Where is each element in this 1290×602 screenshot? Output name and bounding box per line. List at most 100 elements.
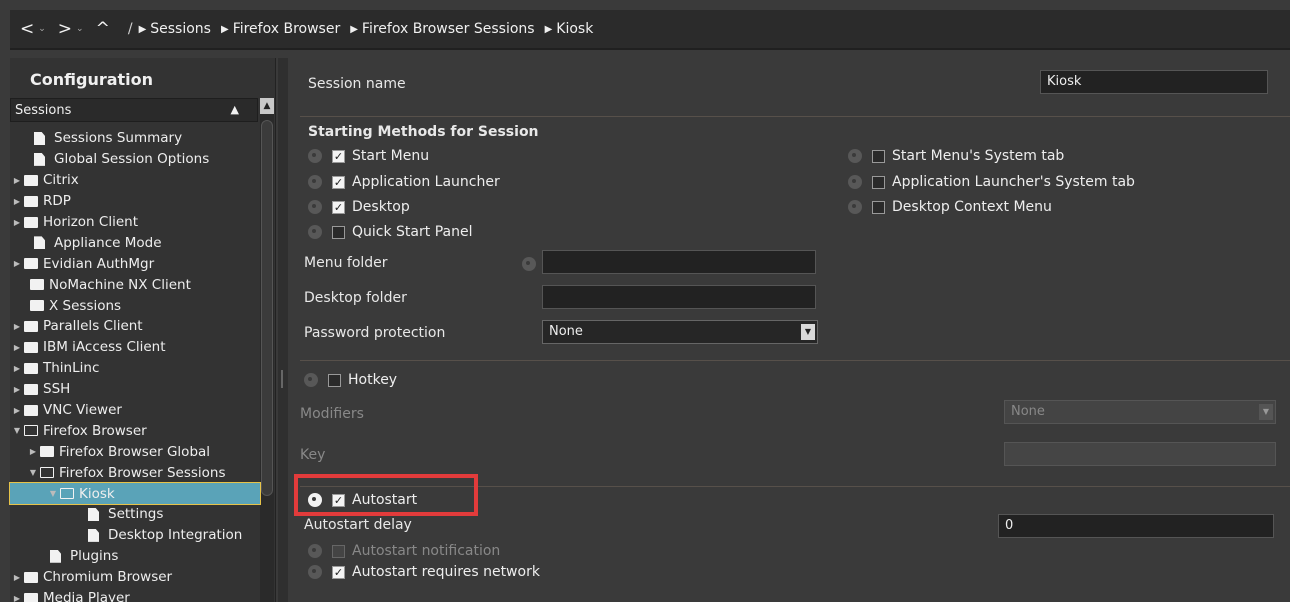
reset-icon[interactable] xyxy=(308,175,322,189)
autostart-delay-label: Autostart delay xyxy=(304,517,412,533)
collapse-arrow-icon[interactable]: ▼ xyxy=(26,468,40,477)
start-menu-system-tab-checkbox[interactable] xyxy=(872,149,885,163)
tree-item-firefox-browser-sessions[interactable]: ▼ Firefox Browser Sessions xyxy=(10,462,260,483)
expand-arrow-icon[interactable]: ▶ xyxy=(10,573,24,582)
autostart-requires-network-checkbox[interactable]: ✓ xyxy=(332,565,345,579)
tree-item-nomachine-nx-client[interactable]: NoMachine NX Client xyxy=(10,274,260,295)
desktop-folder-input[interactable] xyxy=(542,285,816,309)
forward-button[interactable]: > ⌄ xyxy=(58,19,84,39)
password-protection-select[interactable]: None ▼ xyxy=(542,320,818,344)
expand-arrow-icon[interactable]: ▶ xyxy=(10,364,24,373)
session-name-input[interactable]: Kiosk xyxy=(1040,70,1268,94)
tree-item-appliance-mode[interactable]: Appliance Mode xyxy=(10,232,260,253)
reset-icon[interactable] xyxy=(308,565,322,579)
collapse-up-icon[interactable]: ▲ xyxy=(231,103,239,116)
autostart-requires-network-option[interactable]: ✓ Autostart requires network xyxy=(308,564,540,580)
splitter-grip[interactable] xyxy=(281,370,283,388)
tree-item-thinlinc[interactable]: ▶ ThinLinc xyxy=(10,358,260,379)
tree-item-chromium-browser[interactable]: ▶ Chromium Browser xyxy=(10,567,260,588)
tree-item-global-session-options[interactable]: Global Session Options xyxy=(10,149,260,170)
collapse-arrow-icon[interactable]: ▼ xyxy=(10,426,24,435)
reset-icon[interactable] xyxy=(308,200,322,214)
modifiers-label: Modifiers xyxy=(300,406,364,422)
collapse-arrow-icon[interactable]: ▼ xyxy=(46,489,60,498)
reset-icon[interactable] xyxy=(848,149,862,163)
app-launcher-checkbox[interactable]: ✓ xyxy=(332,175,345,189)
quick-start-panel-checkbox[interactable] xyxy=(332,225,345,239)
folder-icon xyxy=(24,341,38,353)
desktop-context-menu-checkbox[interactable] xyxy=(872,200,885,214)
expand-arrow-icon[interactable]: ▶ xyxy=(26,447,40,456)
breadcrumb-item[interactable]: ▶ Firefox Browser Sessions xyxy=(350,21,534,37)
tree-item-plugins[interactable]: Plugins xyxy=(10,546,260,567)
start-menu-system-tab-option[interactable]: Start Menu's System tab xyxy=(848,148,1064,164)
sidebar: Configuration Sessions ▲ ▲ Sessions Summ… xyxy=(9,58,276,602)
autostart-delay-input[interactable]: 0 xyxy=(998,514,1274,538)
tree-item-desktop-integration[interactable]: Desktop Integration xyxy=(10,525,260,546)
sidebar-section-label: Sessions xyxy=(15,103,72,118)
expand-arrow-icon[interactable]: ▶ xyxy=(10,594,24,602)
scroll-up-icon[interactable]: ▲ xyxy=(260,98,274,114)
up-button[interactable]: ^ xyxy=(96,19,110,39)
sidebar-scrollbar[interactable]: ▲ xyxy=(260,98,274,602)
expand-arrow-icon[interactable]: ▶ xyxy=(10,218,24,227)
reset-icon[interactable] xyxy=(522,257,536,271)
tree-item-vnc-viewer[interactable]: ▶ VNC Viewer xyxy=(10,400,260,421)
tree-item-settings[interactable]: Settings xyxy=(10,504,260,525)
tree-item-kiosk[interactable]: ▼ Kiosk xyxy=(9,482,261,506)
start-menu-option[interactable]: ✓ Start Menu xyxy=(308,148,429,164)
tree-item-ssh[interactable]: ▶ SSH xyxy=(10,379,260,400)
back-dropdown-icon[interactable]: ⌄ xyxy=(38,24,46,34)
app-launcher-option[interactable]: ✓ Application Launcher xyxy=(308,174,500,190)
app-launcher-system-tab-checkbox[interactable] xyxy=(872,175,885,189)
tree-item-evidian-authmgr[interactable]: ▶ Evidian AuthMgr xyxy=(10,253,260,274)
breadcrumb-item[interactable]: ▶ Kiosk xyxy=(545,21,594,37)
tree-item-firefox-browser[interactable]: ▼ Firefox Browser xyxy=(10,420,260,441)
hotkey-option[interactable]: Hotkey xyxy=(304,372,397,388)
tree-item-x-sessions[interactable]: X Sessions xyxy=(10,295,260,316)
expand-arrow-icon[interactable]: ▶ xyxy=(10,385,24,394)
panel-splitter[interactable] xyxy=(278,58,288,602)
sidebar-title: Configuration xyxy=(30,70,154,89)
expand-arrow-icon[interactable]: ▶ xyxy=(10,176,24,185)
tree-item-rdp[interactable]: ▶ RDP xyxy=(10,191,260,212)
expand-arrow-icon[interactable]: ▶ xyxy=(10,343,24,352)
tree-item-sessions-summary[interactable]: Sessions Summary xyxy=(10,128,260,149)
reset-icon[interactable] xyxy=(308,225,322,239)
reset-icon[interactable] xyxy=(308,149,322,163)
tree-label: Appliance Mode xyxy=(54,234,162,251)
password-protection-label: Password protection xyxy=(304,325,446,341)
expand-arrow-icon[interactable]: ▶ xyxy=(10,406,24,415)
reset-icon[interactable] xyxy=(304,373,318,387)
scrollbar-thumb[interactable] xyxy=(261,120,273,496)
tree-item-media-player[interactable]: ▶ Media Player xyxy=(10,588,260,602)
tree-item-firefox-browser-global[interactable]: ▶ Firefox Browser Global xyxy=(10,441,260,462)
tree-item-parallels-client[interactable]: ▶ Parallels Client xyxy=(10,316,260,337)
menu-folder-input[interactable] xyxy=(542,250,816,274)
expand-arrow-icon[interactable]: ▶ xyxy=(10,197,24,206)
tree-item-citrix[interactable]: ▶ Citrix xyxy=(10,170,260,191)
tree-item-ibm-iaccess-client[interactable]: ▶ IBM iAccess Client xyxy=(10,337,260,358)
breadcrumb-item[interactable]: ▶ Firefox Browser xyxy=(221,21,340,37)
back-button[interactable]: < ⌄ xyxy=(20,19,46,39)
session-name-label: Session name xyxy=(308,76,406,92)
desktop-checkbox[interactable]: ✓ xyxy=(332,200,345,214)
reset-icon[interactable] xyxy=(848,200,862,214)
triangle-right-icon: ▶ xyxy=(350,23,358,35)
expand-arrow-icon[interactable]: ▶ xyxy=(10,322,24,331)
hotkey-checkbox[interactable] xyxy=(328,373,341,387)
tree-item-horizon-client[interactable]: ▶ Horizon Client xyxy=(10,212,260,233)
quick-start-panel-option[interactable]: Quick Start Panel xyxy=(308,224,472,240)
breadcrumb-item[interactable]: ▶ Sessions xyxy=(139,21,211,37)
desktop-option[interactable]: ✓ Desktop xyxy=(308,199,410,215)
reset-icon[interactable] xyxy=(848,175,862,189)
expand-arrow-icon[interactable]: ▶ xyxy=(10,259,24,268)
start-menu-checkbox[interactable]: ✓ xyxy=(332,149,345,163)
breadcrumb-root[interactable]: / xyxy=(128,21,133,37)
sidebar-section-header[interactable]: Sessions ▲ xyxy=(10,98,258,122)
breadcrumb-label: Firefox Browser Sessions xyxy=(361,21,535,37)
desktop-context-menu-option[interactable]: Desktop Context Menu xyxy=(848,199,1052,215)
app-launcher-system-tab-option[interactable]: Application Launcher's System tab xyxy=(848,174,1135,190)
forward-dropdown-icon[interactable]: ⌄ xyxy=(76,24,84,34)
dropdown-arrow-icon[interactable]: ▼ xyxy=(801,324,815,340)
